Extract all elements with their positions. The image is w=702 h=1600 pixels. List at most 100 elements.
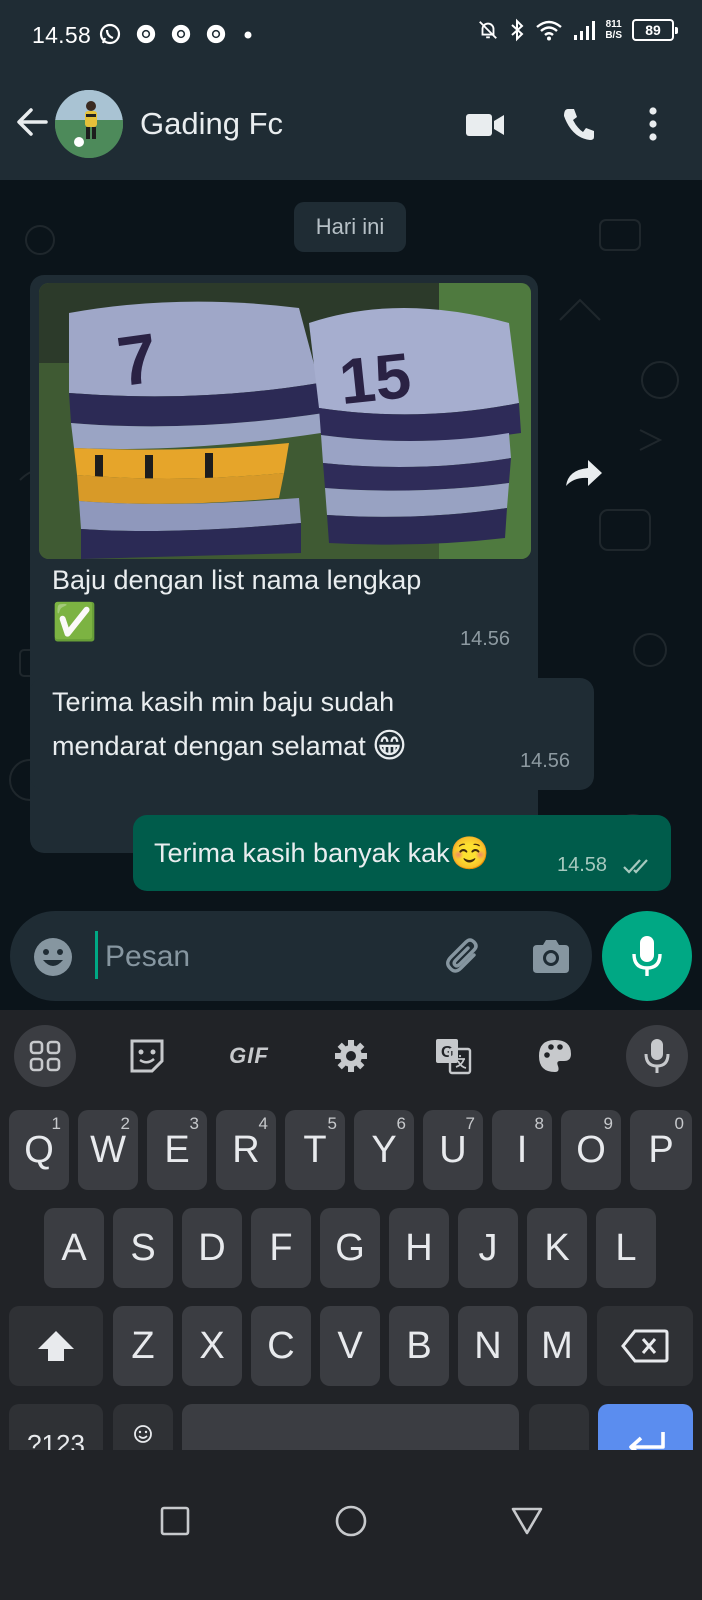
recents-square-icon[interactable]: [160, 1506, 190, 1536]
folded-jerseys-photo-icon: 7 15: [39, 283, 531, 559]
grid-icon: [29, 1040, 61, 1072]
theme-button[interactable]: [524, 1025, 586, 1087]
chat-area[interactable]: Hari ini 7 15 Baju dengan list nama leng…: [0, 180, 702, 910]
key-s[interactable]: S: [113, 1208, 173, 1288]
key-l[interactable]: L: [596, 1208, 656, 1288]
key-k[interactable]: K: [527, 1208, 587, 1288]
network-speed-value: 811: [605, 19, 622, 30]
key-label: U: [439, 1128, 467, 1171]
gif-button[interactable]: GIF: [218, 1025, 280, 1087]
key-y[interactable]: Y6: [354, 1110, 414, 1190]
svg-text:G: G: [441, 1044, 453, 1061]
checkmark-emoji-icon: ✅: [52, 601, 97, 642]
back-triangle-icon[interactable]: [510, 1506, 544, 1536]
shift-key[interactable]: [9, 1306, 103, 1386]
key-w[interactable]: W2: [78, 1110, 138, 1190]
svg-text:15: 15: [336, 339, 414, 418]
avatar-photo-icon: [55, 90, 123, 158]
whatsapp-icon: [99, 23, 121, 45]
key-f[interactable]: F: [251, 1208, 311, 1288]
shift-arrow-icon: [38, 1331, 74, 1361]
video-call-icon[interactable]: [464, 104, 506, 144]
double-check-read-icon: [623, 859, 648, 874]
home-circle-icon[interactable]: [334, 1504, 368, 1538]
voice-message-button[interactable]: [602, 911, 692, 1001]
message-text-line1: Terima kasih min baju sudah: [52, 687, 395, 717]
gear-icon: [335, 1040, 367, 1072]
key-hint: 6: [396, 1114, 406, 1133]
contact-name[interactable]: Gading Fc: [140, 106, 283, 142]
forward-arrow-icon: [566, 460, 602, 486]
key-a[interactable]: A: [44, 1208, 104, 1288]
key-h[interactable]: H: [389, 1208, 449, 1288]
apps-grid-button[interactable]: [14, 1025, 76, 1087]
chrome-icon: [136, 24, 156, 44]
status-time: 14.58: [32, 22, 92, 48]
translate-button[interactable]: G: [422, 1025, 484, 1087]
more-options-icon[interactable]: [646, 104, 660, 144]
chrome-icon: [171, 24, 191, 44]
message-text-line2: mendarat dengan selamat: [52, 731, 366, 761]
key-u[interactable]: U7: [423, 1110, 483, 1190]
key-t[interactable]: T5: [285, 1110, 345, 1190]
forward-button[interactable]: [558, 448, 610, 500]
emoji-icon[interactable]: [32, 936, 74, 978]
message-time: 14.56: [520, 750, 571, 772]
key-hint: 0: [674, 1114, 684, 1133]
key-r[interactable]: R4: [216, 1110, 276, 1190]
grin-emoji-icon: 😁: [371, 727, 408, 765]
voice-call-icon[interactable]: [560, 104, 596, 144]
key-label: R: [232, 1128, 260, 1171]
key-hint: 1: [51, 1114, 61, 1133]
attach-paperclip-icon[interactable]: [444, 937, 486, 979]
wifi-icon: [536, 20, 563, 41]
key-i[interactable]: I8: [492, 1110, 552, 1190]
keyboard-toolbar: GIF G: [0, 1010, 702, 1100]
navigation-bar: [0, 1450, 702, 1600]
key-m[interactable]: M: [527, 1306, 587, 1386]
notification-icons: [98, 22, 256, 46]
microphone-icon: [644, 1039, 670, 1073]
more-notifications-dot-icon: [244, 31, 252, 39]
message-text: Terima kasih banyak kak: [154, 838, 450, 868]
gif-label: GIF: [229, 1043, 269, 1068]
key-g[interactable]: G: [320, 1208, 380, 1288]
key-label: Q: [24, 1128, 54, 1171]
keyboard-settings-button[interactable]: [320, 1025, 382, 1087]
translate-icon: G: [436, 1039, 472, 1075]
key-label: T: [303, 1128, 327, 1171]
key-j[interactable]: J: [458, 1208, 518, 1288]
key-n[interactable]: N: [458, 1306, 518, 1386]
contact-avatar[interactable]: [55, 90, 123, 158]
key-z[interactable]: Z: [113, 1306, 173, 1386]
message-text: Baju dengan list nama lengkap: [52, 565, 422, 595]
key-b[interactable]: B: [389, 1306, 449, 1386]
sticker-button[interactable]: [116, 1025, 178, 1087]
backspace-key[interactable]: [597, 1306, 693, 1386]
key-label: O: [576, 1128, 606, 1171]
battery-indicator: 89: [632, 19, 678, 41]
key-c[interactable]: C: [251, 1306, 311, 1386]
voice-typing-button[interactable]: [626, 1025, 688, 1087]
system-indicators: 811 B/S 89: [477, 18, 678, 42]
key-hint: 2: [120, 1114, 130, 1133]
message-time: 14.56: [460, 628, 511, 650]
key-hint: 4: [258, 1114, 268, 1133]
palette-icon: [539, 1040, 571, 1072]
network-speed-unit: B/S: [605, 30, 622, 41]
text-cursor: [95, 931, 98, 979]
key-e[interactable]: E3: [147, 1110, 207, 1190]
status-bar: 14.58 811 B/S 89: [0, 0, 702, 70]
keyboard: GIF G Q1 W2 E3 R4 T5 Y6 U7 I8 O9 P0 A S …: [0, 1010, 702, 1484]
key-d[interactable]: D: [182, 1208, 242, 1288]
camera-icon[interactable]: [530, 937, 572, 977]
message-input[interactable]: [105, 935, 425, 979]
key-label: Y: [371, 1128, 397, 1171]
jersey-photo[interactable]: 7 15: [39, 283, 531, 559]
key-q[interactable]: Q1: [9, 1110, 69, 1190]
key-o[interactable]: O9: [561, 1110, 621, 1190]
key-x[interactable]: X: [182, 1306, 242, 1386]
key-v[interactable]: V: [320, 1306, 380, 1386]
key-p[interactable]: P0: [630, 1110, 692, 1190]
back-arrow-icon[interactable]: [14, 104, 50, 140]
